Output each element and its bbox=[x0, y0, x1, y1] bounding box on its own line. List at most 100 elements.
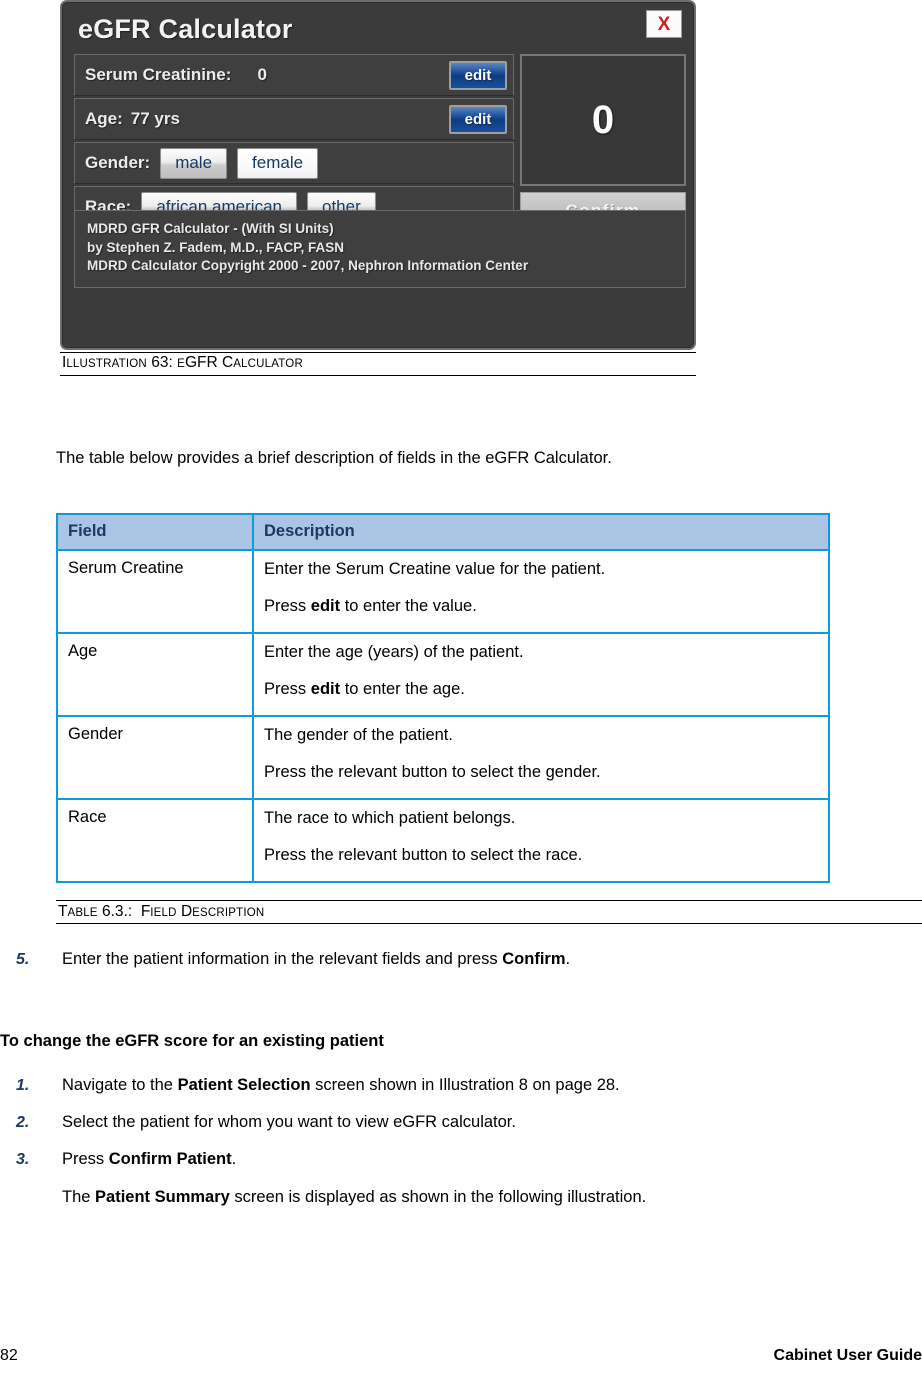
desc-pre: Press bbox=[264, 597, 311, 616]
cell-description: Enter the age (years) of the patient. Pr… bbox=[252, 631, 830, 717]
cell-field: Gender bbox=[56, 714, 254, 800]
cell-description: The gender of the patient. Press the rel… bbox=[252, 714, 830, 800]
caption-title-lead: E bbox=[177, 358, 185, 370]
row-gender: Gender: male female bbox=[74, 142, 514, 184]
table-caption: TABLE 6.3.: FIELD DESCRIPTION bbox=[58, 903, 264, 921]
age-label: Age: bbox=[85, 109, 123, 128]
step-text-pre: Enter the patient information in the rel… bbox=[62, 950, 503, 968]
table-caption-title-lead2: D bbox=[176, 903, 193, 920]
note-line-1: MDRD GFR Calculator - (With SI Units) bbox=[87, 221, 334, 236]
cell-description: The race to which patient belongs. Press… bbox=[252, 797, 830, 883]
desc-line-2: Press edit to enter the age. bbox=[264, 679, 818, 700]
step-number: 3. bbox=[16, 1151, 30, 1168]
closing-bold: Patient Summary bbox=[95, 1188, 230, 1206]
footer-guide-title: Cabinet User Guide bbox=[773, 1347, 922, 1364]
egfr-result-value: 0 bbox=[591, 97, 615, 142]
step-text-bold: Patient Selection bbox=[177, 1076, 311, 1094]
row-serum-creatinine: Serum Creatinine: 0 edit bbox=[74, 54, 514, 96]
table-row: Race The race to which patient belongs. … bbox=[56, 797, 830, 883]
closing-paragraph: The Patient Summary screen is displayed … bbox=[62, 1186, 646, 1208]
step-text-bold: Confirm Patient bbox=[108, 1150, 232, 1168]
table-caption-separator: .: bbox=[123, 903, 133, 920]
table-caption-rule-top bbox=[56, 900, 922, 901]
document-page: eGFR Calculator X Serum Creatinine: 0 ed… bbox=[0, 0, 922, 1377]
desc-line-2: Press the relevant button to select the … bbox=[264, 762, 818, 783]
desc-pre: Press bbox=[264, 680, 311, 699]
table-caption-title-lead: F bbox=[140, 903, 151, 920]
serum-creatinine-label: Serum Creatinine: bbox=[85, 65, 232, 84]
cell-field: Serum Creatine bbox=[56, 549, 254, 634]
column-header-field: Field bbox=[56, 513, 254, 551]
egfr-result-display: 0 bbox=[520, 54, 686, 186]
table-caption-prefix-rest: ABLE bbox=[67, 907, 98, 919]
step-item: 2. Select the patient for whom you want … bbox=[16, 1113, 516, 1132]
step-text: Press Confirm Patient. bbox=[62, 1150, 236, 1169]
desc-line-1: The race to which patient belongs. bbox=[264, 808, 516, 827]
gender-option-male[interactable]: male bbox=[160, 147, 228, 179]
desc-bold: edit bbox=[310, 680, 341, 699]
table-header-row: Field Description bbox=[56, 513, 830, 551]
footer-page-number: 82 bbox=[0, 1347, 18, 1364]
table-row: Age Enter the age (years) of the patient… bbox=[56, 631, 830, 717]
edit-serum-creatinine-button[interactable]: edit bbox=[449, 61, 507, 90]
desc-line-1: Enter the age (years) of the patient. bbox=[264, 642, 524, 661]
step-number: 5. bbox=[16, 951, 30, 968]
cell-field: Age bbox=[56, 631, 254, 717]
step-text-pre: Select the patient for whom you want to … bbox=[62, 1113, 516, 1131]
desc-line-1: The gender of the patient. bbox=[264, 725, 453, 744]
step-text: Select the patient for whom you want to … bbox=[62, 1113, 516, 1132]
desc-post: to enter the age. bbox=[340, 680, 465, 699]
calculator-attribution-note: MDRD GFR Calculator - (With SI Units) by… bbox=[74, 210, 686, 288]
table-caption-rule-bottom bbox=[56, 923, 922, 924]
caption-number: 63 bbox=[151, 354, 169, 371]
table-caption-number: 6.3 bbox=[102, 903, 124, 920]
caption-title-big: GFR C bbox=[184, 354, 234, 371]
field-description-table: Field Description Serum Creatine Enter t… bbox=[56, 513, 830, 883]
table-row: Serum Creatine Enter the Serum Creatine … bbox=[56, 549, 830, 634]
illustration-caption-rule-top bbox=[60, 352, 696, 353]
edit-age-button[interactable]: edit bbox=[449, 105, 507, 134]
desc-pre: Press the relevant button to select the … bbox=[264, 763, 601, 782]
calculator-title: eGFR Calculator bbox=[78, 14, 293, 44]
table-caption-title-rest2: ESCRIPTION bbox=[192, 907, 265, 919]
illustration-caption-rule-bottom bbox=[60, 375, 696, 376]
step-number: 2. bbox=[16, 1114, 30, 1131]
step-text: Navigate to the Patient Selection screen… bbox=[62, 1076, 620, 1095]
desc-line-1: Enter the Serum Creatine value for the p… bbox=[264, 560, 606, 578]
section-heading: To change the eGFR score for an existing… bbox=[0, 1032, 384, 1050]
cell-description: Enter the Serum Creatine value for the p… bbox=[252, 549, 830, 634]
gender-label: Gender: bbox=[85, 153, 151, 172]
step-item: 1. Navigate to the Patient Selection scr… bbox=[16, 1076, 620, 1095]
step-text-pre: Press bbox=[62, 1150, 109, 1168]
closing-post: screen is displayed as shown in the foll… bbox=[229, 1188, 647, 1206]
table-caption-title-rest: IELD bbox=[150, 907, 177, 919]
step-text: Enter the patient information in the rel… bbox=[62, 950, 570, 969]
step-number: 1. bbox=[16, 1077, 30, 1094]
step-text-bold: Confirm bbox=[502, 950, 566, 968]
serum-creatinine-value: 0 bbox=[257, 65, 267, 84]
gender-option-female[interactable]: female bbox=[237, 147, 319, 179]
desc-bold: edit bbox=[310, 597, 341, 616]
cell-field: Race bbox=[56, 797, 254, 883]
desc-post: to enter the value. bbox=[340, 597, 477, 616]
desc-line-2: Press the relevant button to select the … bbox=[264, 845, 818, 866]
close-icon[interactable]: X bbox=[646, 10, 682, 38]
caption-title-rest: ALCULATOR bbox=[233, 358, 303, 370]
note-line-2: by Stephen Z. Fadem, M.D., FACP, FASN bbox=[87, 239, 345, 255]
column-header-description: Description bbox=[252, 513, 830, 551]
illustration-egfr-calculator: eGFR Calculator X Serum Creatinine: 0 ed… bbox=[60, 0, 696, 352]
table-row: Gender The gender of the patient. Press … bbox=[56, 714, 830, 800]
egfr-calculator-window: eGFR Calculator X Serum Creatinine: 0 ed… bbox=[60, 0, 696, 350]
row-age: Age: 77 yrs edit bbox=[74, 98, 514, 140]
step-item: 5. Enter the patient information in the … bbox=[16, 950, 570, 969]
calculator-field-rows: Serum Creatinine: 0 edit Age: 77 yrs edi… bbox=[74, 54, 514, 230]
step-text-post: screen shown in Illustration 8 on page 2… bbox=[310, 1076, 620, 1094]
step-text-post: . bbox=[565, 950, 571, 968]
age-value: 77 yrs bbox=[130, 109, 180, 128]
desc-line-2: Press edit to enter the value. bbox=[264, 596, 818, 617]
closing-pre: The bbox=[62, 1188, 96, 1206]
step-text-post: . bbox=[231, 1150, 237, 1168]
desc-pre: Press the relevant button to select the … bbox=[264, 846, 583, 865]
illustration-caption: ILLUSTRATION 63: EGFR CALCULATOR bbox=[62, 354, 303, 372]
step-text-pre: Navigate to the bbox=[62, 1076, 178, 1094]
